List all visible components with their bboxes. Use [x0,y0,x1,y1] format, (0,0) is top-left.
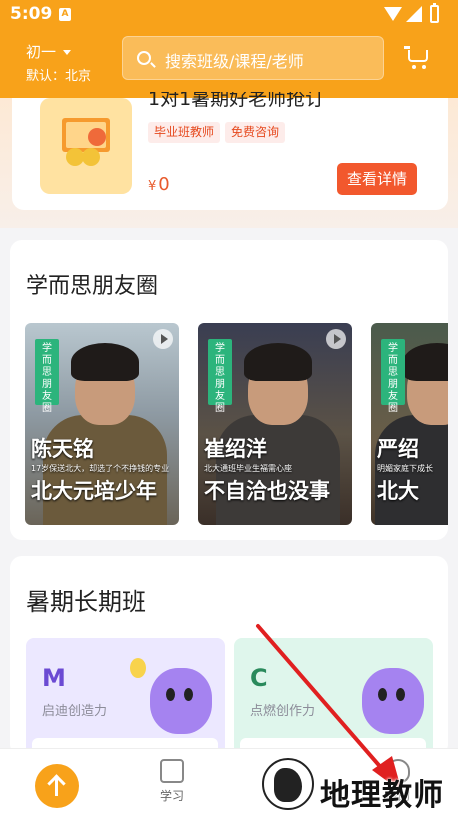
scroll-top-button[interactable] [35,764,79,808]
mascot-illustration [150,668,212,734]
watermark-text: 地理教师 [320,778,444,813]
video-person-name: 陈天铭 [31,437,94,461]
watermark-logo [262,758,314,810]
search-icon [137,51,151,65]
cart-icon [404,46,410,49]
video-headline: 北大 [377,479,419,503]
video-subtitle: 17岁保送北大，却选了个不挣钱的专业 [31,464,170,473]
lightbulb-icon [130,658,146,678]
mascot-illustration [362,668,424,734]
nav-item-study[interactable]: 学习 [147,759,197,804]
class-name: 点燃创作力 [250,704,316,719]
location-label[interactable]: 默认：北京 [26,65,91,84]
signal-icon [406,6,422,22]
class-letter: C [250,664,268,692]
top-header: 5:09 A 初一 默认：北京 搜索班级/课程/老师 [0,0,458,98]
book-icon [160,759,184,783]
nav-label: 学习 [159,789,184,803]
status-time: 5:09 [10,4,53,24]
view-details-button[interactable]: 查看详情 [337,163,417,195]
course-price: ¥0 [148,174,170,195]
friends-circle-badge: 学而思朋友圈 [381,339,405,414]
video-subtitle: 明媚家庭下成长 [377,464,433,473]
video-headline: 不自洽也没事 [204,479,330,503]
price-symbol: ¥ [148,179,157,194]
status-bar: 5:09 A [0,0,458,30]
video-person-name: 严绍 [377,437,419,461]
app-notification-icon: A [59,8,71,21]
video-card[interactable]: 学而思朋友圈 陈天铭 17岁保送北大，却选了个不挣钱的专业 北大元培少年 [25,323,179,525]
video-headline: 北大元培少年 [31,479,157,503]
status-icons [384,3,448,25]
friends-circle-badge: 学而思朋友圈 [208,339,232,414]
class-name: 启迪创造力 [42,704,108,719]
search-bar[interactable]: 搜索班级/课程/老师 [122,36,384,80]
summer-classes-section: 暑期长期班 M 启迪创造力 C 点燃创作力 [10,556,448,756]
play-icon [153,329,173,349]
cart-button[interactable] [404,44,432,70]
battery-icon [430,3,439,23]
course-tag: 免费咨询 [225,122,286,143]
video-person-name: 崔绍洋 [204,437,267,461]
wifi-icon [384,7,402,21]
grade-label: 初一 [26,43,57,61]
section-title: 学而思朋友圈 [26,274,159,299]
chevron-down-icon [63,50,72,55]
play-icon [326,329,346,349]
video-card[interactable]: 学而思朋友圈 严绍 明媚家庭下成长 北大 [371,323,448,525]
class-card[interactable]: M 启迪创造力 [26,638,225,756]
class-letter: M [42,664,66,692]
course-title: 1对1暑期好老师抢订 [148,92,325,110]
price-value: 0 [158,174,170,195]
search-placeholder: 搜索班级/课程/老师 [165,52,304,71]
video-subtitle: 北大通班毕业生福需心座 [204,464,292,473]
friends-circle-badge: 学而思朋友圈 [35,339,59,414]
class-card[interactable]: C 点燃创作力 [234,638,433,756]
section-title: 暑期长期班 [26,588,146,616]
course-thumbnail [40,98,132,194]
grade-selector[interactable]: 初一 [26,41,72,62]
course-tag: 毕业班教师 [148,122,221,143]
friends-circle-section: 学而思朋友圈 学而思朋友圈 陈天铭 17岁保送北大，却选了个不挣钱的专业 北大元… [10,240,448,540]
video-card[interactable]: 学而思朋友圈 崔绍洋 北大通班毕业生福需心座 不自洽也没事 [198,323,352,525]
